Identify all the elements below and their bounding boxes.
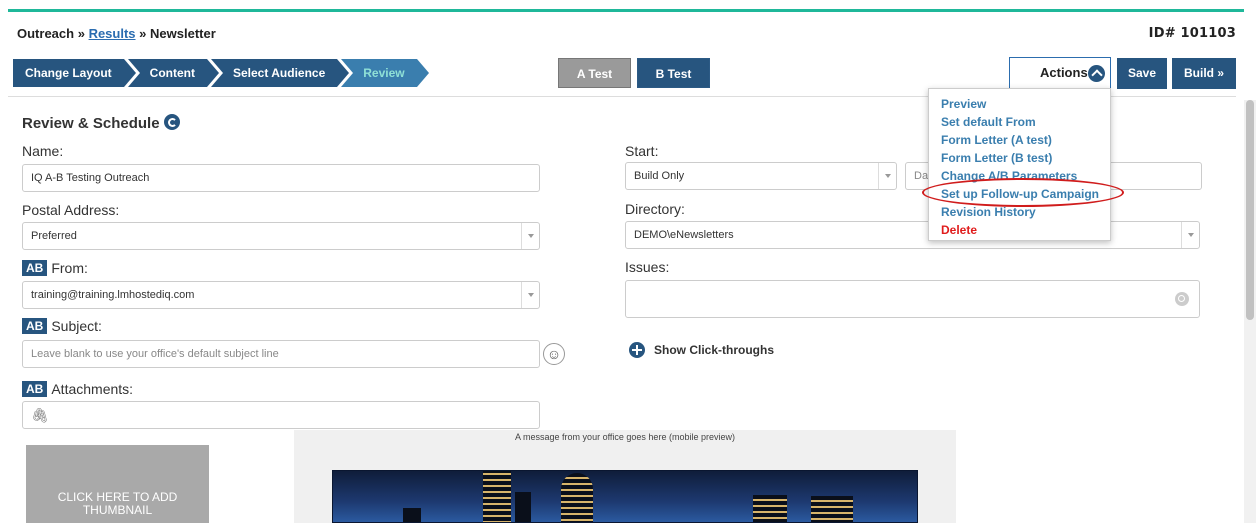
postal-address-label: Postal Address: <box>22 202 120 218</box>
breadcrumb: Outreach » Results » Newsletter <box>17 26 216 41</box>
breadcrumb-sep: » <box>77 26 85 41</box>
start-value: Build Only <box>634 170 685 182</box>
building-shape <box>483 471 511 522</box>
show-click-throughs-link[interactable]: Show Click-throughs <box>654 343 774 357</box>
building-shape <box>753 495 787 522</box>
postal-address-value: Preferred <box>31 230 77 242</box>
step-select-audience[interactable]: Select Audience <box>211 59 350 87</box>
step-review[interactable]: Review <box>341 59 430 87</box>
build-button[interactable]: Build » <box>1172 58 1236 89</box>
search-icon[interactable] <box>1175 292 1189 306</box>
menu-item-form-letter-a[interactable]: Form Letter (A test) <box>941 131 1110 149</box>
thumbnail-upload[interactable]: CLICK HERE TO ADD THUMBNAIL <box>26 445 209 523</box>
breadcrumb-root: Outreach <box>17 26 75 41</box>
start-label: Start: <box>625 143 659 159</box>
start-select[interactable]: Build Only <box>625 162 897 190</box>
from-label-text: From: <box>51 260 88 276</box>
attachments-input[interactable]: 🖇 <box>22 401 540 429</box>
attachments-label: AB Attachments: <box>22 381 133 397</box>
breadcrumb-current: Newsletter <box>150 26 216 41</box>
breadcrumb-sep: » <box>139 26 147 41</box>
tab-b-test[interactable]: B Test <box>637 58 710 88</box>
wizard-steps: Change Layout Content Select Audience Re… <box>13 59 430 87</box>
plus-circle-icon[interactable] <box>629 342 645 358</box>
menu-item-delete[interactable]: Delete <box>941 221 1110 239</box>
building-shape <box>403 508 421 522</box>
building-shape <box>515 492 531 522</box>
paperclip-icon: 🖇 <box>31 407 49 423</box>
record-id: ID# 101103 <box>1148 26 1236 41</box>
attachments-label-text: Attachments: <box>51 381 134 397</box>
top-accent-line <box>8 9 1244 12</box>
tab-a-test[interactable]: A Test <box>558 58 631 88</box>
ab-badge: AB <box>22 318 48 334</box>
actions-menu: Preview Set default From Form Letter (A … <box>928 88 1111 241</box>
directory-value: DEMO\eNewsletters <box>634 229 734 241</box>
actions-button[interactable]: Actions <box>1009 57 1111 89</box>
chevron-down-icon <box>521 223 539 249</box>
subject-input[interactable]: Leave blank to use your office's default… <box>22 340 540 368</box>
name-label: Name: <box>22 143 64 159</box>
directory-select[interactable]: DEMO\eNewsletters <box>625 221 1200 249</box>
section-title-text: Review & Schedule <box>22 115 160 132</box>
actions-label: Actions <box>1040 65 1088 80</box>
breadcrumb-results-link[interactable]: Results <box>89 26 136 41</box>
building-shape <box>561 473 593 522</box>
city-skyline-image <box>332 470 918 523</box>
ab-test-tabs: A Test B Test <box>558 58 710 88</box>
scrollbar-thumb[interactable] <box>1246 100 1254 320</box>
menu-item-set-default-from[interactable]: Set default From <box>941 113 1110 131</box>
building-shape <box>811 496 853 522</box>
menu-item-form-letter-b[interactable]: Form Letter (B test) <box>941 149 1110 167</box>
ab-badge: AB <box>22 260 48 276</box>
highlight-annotation <box>922 178 1124 207</box>
chevron-down-icon <box>521 282 539 308</box>
from-label: AB From: <box>22 260 88 276</box>
page-scrollbar[interactable] <box>1244 100 1256 523</box>
preview-message: A message from your office goes here (mo… <box>515 432 735 442</box>
directory-label: Directory: <box>625 201 685 217</box>
issues-input[interactable] <box>625 280 1200 318</box>
from-select[interactable]: training@training.lmhostediq.com <box>22 281 540 309</box>
subject-label-text: Subject: <box>51 318 102 334</box>
ab-badge: AB <box>22 381 48 397</box>
step-content[interactable]: Content <box>127 59 220 87</box>
chevron-down-icon <box>878 163 896 189</box>
save-button[interactable]: Save <box>1117 58 1167 89</box>
thumbnail-line-2: THUMBNAIL <box>82 503 153 517</box>
issues-label: Issues: <box>625 259 670 275</box>
help-icon[interactable] <box>163 114 180 130</box>
name-input[interactable]: IQ A-B Testing Outreach <box>22 164 540 192</box>
from-value: training@training.lmhostediq.com <box>31 289 195 301</box>
step-change-layout[interactable]: Change Layout <box>13 59 136 87</box>
subject-label: AB Subject: <box>22 318 102 334</box>
section-title: Review & Schedule <box>22 114 180 132</box>
postal-address-select[interactable]: Preferred <box>22 222 540 250</box>
chevron-up-icon <box>1088 65 1105 82</box>
menu-item-preview[interactable]: Preview <box>941 95 1110 113</box>
emoji-icon[interactable]: ☺ <box>543 343 565 365</box>
chevron-down-icon <box>1181 222 1199 248</box>
mobile-preview: A message from your office goes here (mo… <box>294 430 956 523</box>
